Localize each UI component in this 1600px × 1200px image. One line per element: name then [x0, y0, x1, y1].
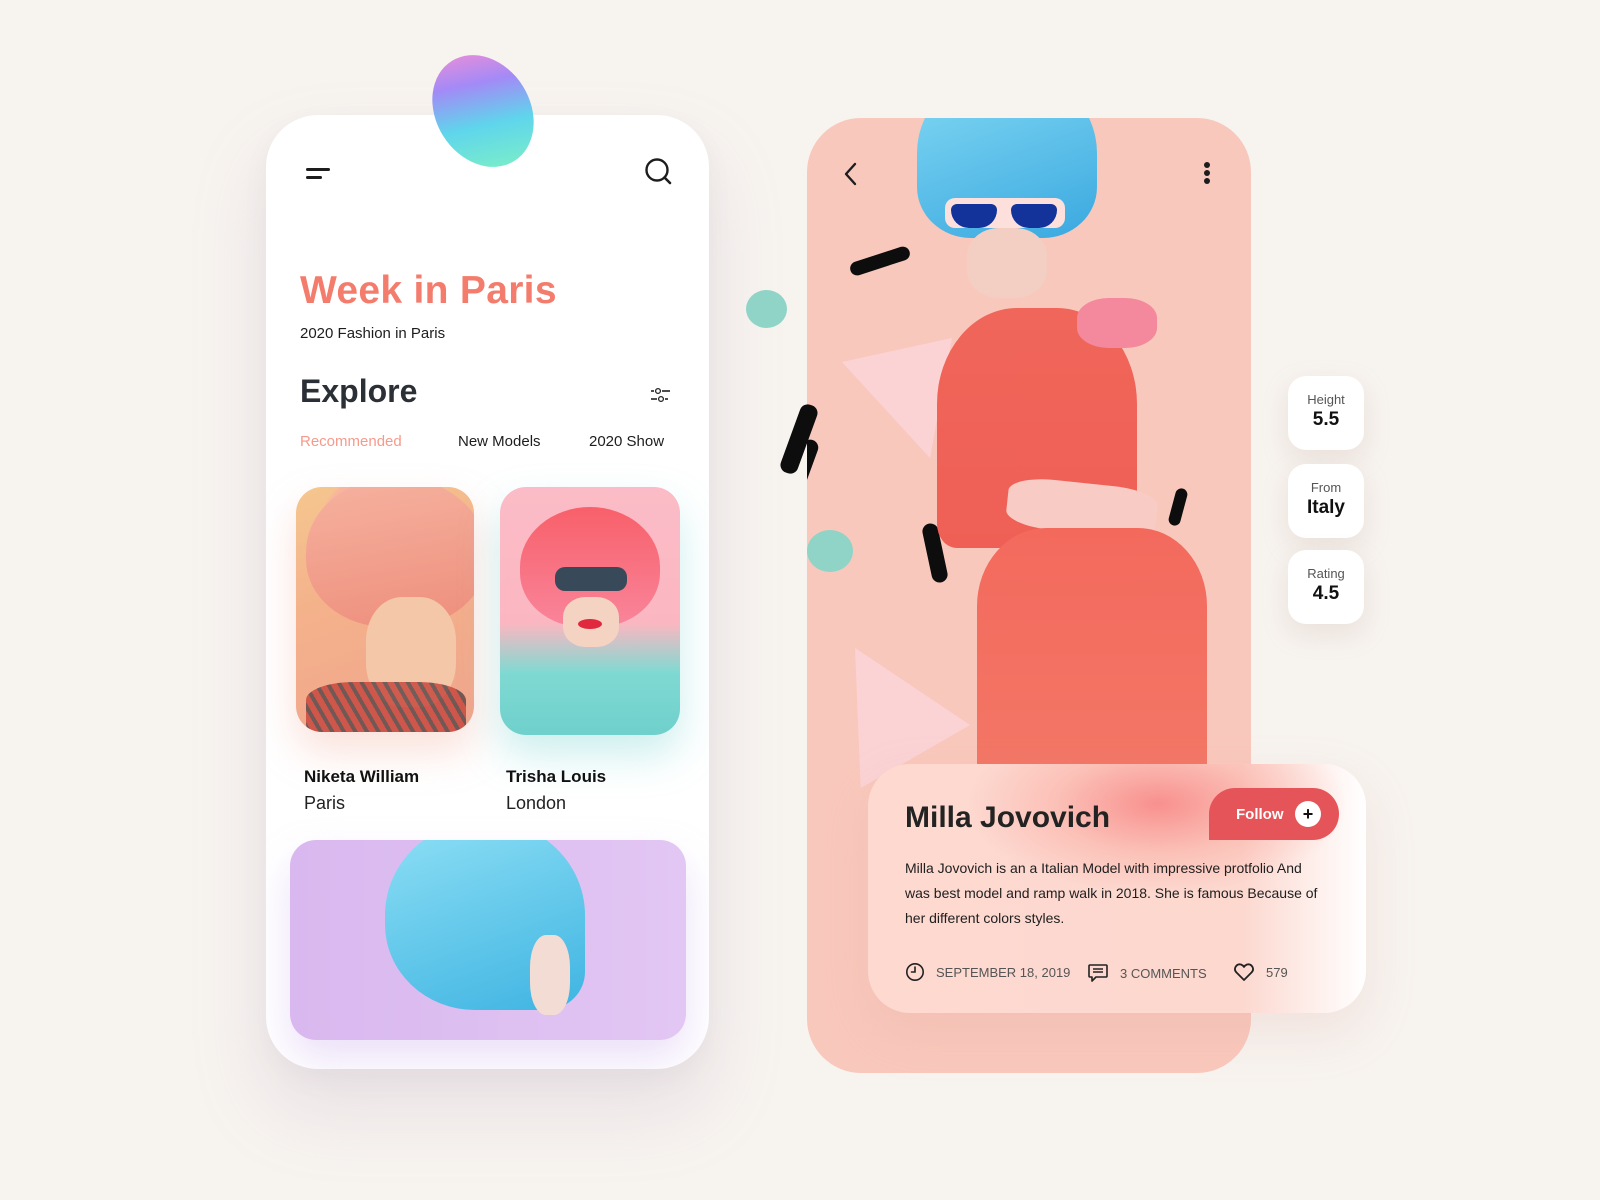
explore-screen: Week in Paris 2020 Fashion in Paris Expl… — [266, 115, 709, 1069]
model-name[interactable]: Trisha Louis — [506, 767, 606, 787]
section-title: Explore — [300, 373, 418, 409]
model-city: London — [506, 793, 567, 813]
brush-stroke-decoration — [848, 244, 912, 278]
follow-button[interactable]: Follow + — [1209, 788, 1339, 840]
chevron-left-icon[interactable] — [841, 160, 861, 188]
featured-model-photo[interactable] — [290, 840, 686, 1040]
profile-name: Milla Jovovich — [905, 801, 1111, 834]
follow-label: Follow — [1236, 805, 1284, 823]
stat-value: 5.5 — [1312, 409, 1340, 430]
sliders-icon[interactable] — [650, 387, 672, 403]
teal-dot-decoration — [746, 290, 787, 328]
plus-icon: + — [1295, 801, 1321, 827]
stat-rating: Rating 4.5 — [1288, 550, 1364, 624]
stat-label: From — [1310, 480, 1342, 495]
heart-icon — [1234, 963, 1254, 981]
page-title: Week in Paris — [300, 269, 557, 312]
post-date: SEPTEMBER 18, 2019 — [905, 962, 1070, 982]
likes-count[interactable]: 579 — [1233, 962, 1288, 982]
stat-label: Rating — [1307, 566, 1345, 581]
stat-label: Height — [1307, 392, 1345, 407]
comments-count[interactable]: 3 COMMENTS — [1087, 962, 1207, 984]
model-photo-trisha-louis[interactable] — [500, 487, 680, 735]
brush-stroke-decoration — [807, 437, 821, 509]
menu-icon[interactable] — [306, 168, 332, 182]
profile-info-card: Milla Jovovich Follow + Milla Jovovich i… — [868, 764, 1366, 1013]
tab-new-models[interactable]: New Models — [458, 433, 541, 450]
profile-description: Milla Jovovich is an a Italian Model wit… — [905, 860, 1318, 926]
stat-value: Italy — [1306, 497, 1346, 518]
model-city: Paris — [304, 793, 346, 813]
tab-2020-show[interactable]: 2020 Show — [589, 433, 664, 450]
model-photo-milla-jovovich — [917, 118, 1217, 788]
comment-icon — [1088, 964, 1108, 982]
likes-text: 579 — [1266, 964, 1288, 980]
stat-from: From Italy — [1288, 464, 1364, 538]
tab-recommended[interactable]: Recommended — [300, 433, 402, 450]
comments-text: 3 COMMENTS — [1120, 965, 1207, 981]
clock-icon — [906, 963, 924, 981]
teal-dot-decoration — [807, 530, 853, 572]
date-text: SEPTEMBER 18, 2019 — [936, 964, 1071, 980]
search-icon[interactable] — [644, 157, 674, 187]
model-photo-niketa-william[interactable] — [296, 487, 474, 732]
model-name[interactable]: Niketa William — [304, 767, 419, 787]
stat-value: 4.5 — [1312, 583, 1340, 604]
page-subtitle: 2020 Fashion in Paris — [300, 325, 446, 342]
stat-height: Height 5.5 — [1288, 376, 1364, 450]
